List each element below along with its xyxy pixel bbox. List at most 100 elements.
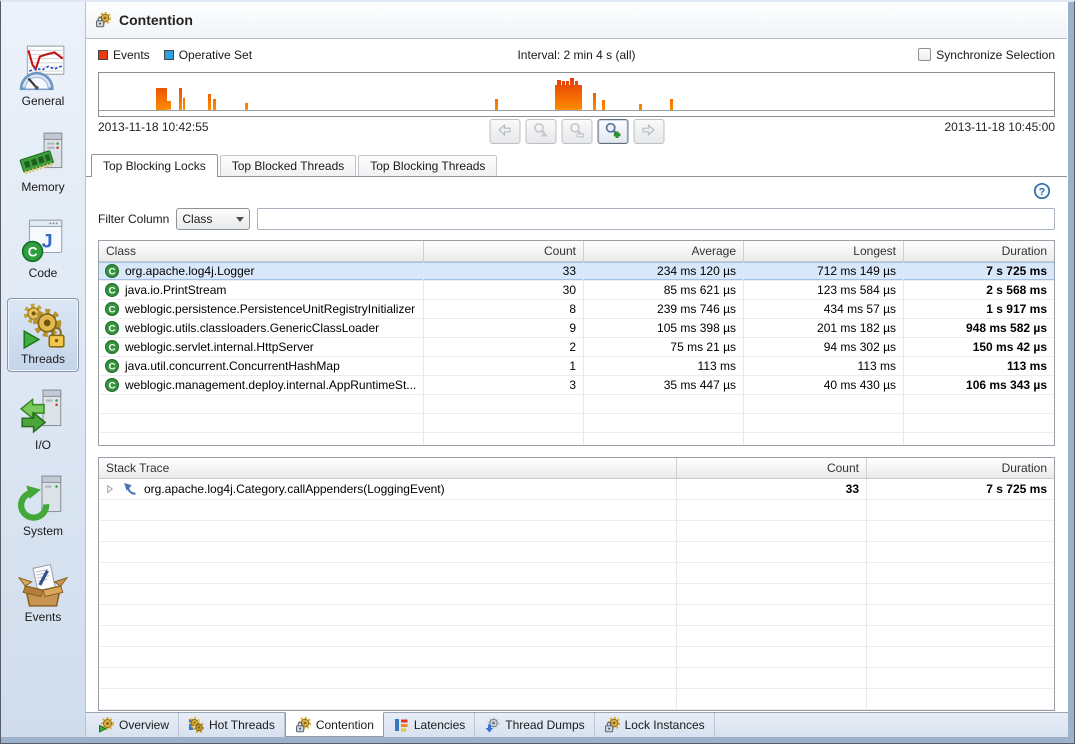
sidebar-item-threads[interactable]: Threads [7,298,79,372]
timeline-bar [593,93,596,110]
locks-table-row[interactable]: Cjava.util.concurrent.ConcurrentHashMap1… [99,357,1054,376]
column-header-count[interactable]: Count [424,241,584,261]
empty-cell [744,433,904,446]
events-swatch [98,50,108,60]
help-button[interactable]: ? [1033,182,1051,200]
column-header-average[interactable]: Average [584,241,744,261]
count-cell: 2 [424,338,584,356]
sidebar-item-code[interactable]: J C Code [7,212,79,298]
empty-cell [424,414,584,432]
contention-title-icon [95,12,112,29]
class-icon: C [104,263,120,279]
stack-trace-row[interactable]: org.apache.log4j.Category.callAppenders(… [99,479,1054,500]
bottom-tab-hot-threads[interactable]: Hot Threads [179,713,285,737]
empty-cell [867,689,1054,709]
bottom-tab-contention[interactable]: Contention [285,712,384,737]
timeline-bar [602,100,605,110]
svg-text:C: C [109,286,116,297]
empty-cell [744,414,904,432]
locks-table-row[interactable]: Corg.apache.log4j.Logger33234 ms 120 µs7… [99,262,1054,281]
average-cell: 239 ms 746 µs [584,300,744,318]
timeline-controls: 2013-11-18 10:42:55 2013-11-18 10:45:00 [98,119,1055,151]
duration-cell: 150 ms 42 µs [904,338,1054,356]
column-header-stack-trace[interactable]: Stack Trace [99,458,677,478]
expander-icon[interactable] [104,483,116,495]
empty-table-row [99,710,1054,711]
sidebar-item-system[interactable]: System [7,470,79,556]
column-header-count[interactable]: Count [677,458,867,478]
locks-table-row[interactable]: Cweblogic.persistence.PersistenceUnitReg… [99,300,1054,319]
threads-icon [18,301,68,351]
column-header-duration[interactable]: Duration [904,241,1054,261]
chart-toolbar: Events Operative Set Interval: 2 min 4 s… [86,39,1067,70]
timeline-bar [245,103,248,110]
empty-table-row [99,500,1054,521]
count-cell: 3 [424,376,584,394]
forward-button[interactable] [633,119,664,144]
stack-frame-name: org.apache.log4j.Category.callAppenders(… [144,479,445,499]
column-header-longest[interactable]: Longest [744,241,904,261]
empty-cell [424,433,584,446]
empty-table-row [99,647,1054,668]
general-icon [18,43,68,93]
empty-cell [99,414,424,432]
synchronize-selection-checkbox[interactable] [918,48,931,61]
filter-column-value: Class [182,212,232,226]
zoom-in-button[interactable] [597,119,628,144]
locks-table-row[interactable]: Cweblogic.utils.classloaders.GenericClas… [99,319,1054,338]
svg-text:C: C [109,362,116,373]
legend-events: Events [98,48,150,62]
zoom-in-icon [605,122,621,141]
stack-trace-table: Stack Trace Count Duration org.apache.lo… [98,457,1055,711]
sidebar-item-events[interactable]: Events [7,556,79,642]
empty-cell [99,647,677,667]
average-cell: 35 ms 447 µs [584,376,744,394]
sidebar-item-memory[interactable]: Memory [7,126,79,212]
tab-top-blocking-threads[interactable]: Top Blocking Threads [358,155,497,176]
column-header-class[interactable]: Class [99,241,424,261]
sidebar-item-general[interactable]: General [7,40,79,126]
svg-text:C: C [28,245,38,260]
filter-column-select[interactable]: Class [176,208,250,230]
bottom-tab-lock-instances[interactable]: Lock Instances [595,713,715,737]
empty-cell [99,395,424,413]
timeline-bar [575,81,578,110]
contention-tab-bar: Top Blocking Locks Top Blocked Threads T… [86,153,1067,177]
empty-cell [99,584,677,604]
bottom-tab-latencies[interactable]: Latencies [384,713,475,737]
locks-table-row[interactable]: Cjava.io.PrintStream3085 ms 621 µs123 ms… [99,281,1054,300]
column-header-duration[interactable]: Duration [867,458,1054,478]
class-cell: Cjava.io.PrintStream [99,281,424,299]
locks-table-header: Class Count Average Longest Duration [99,241,1054,262]
average-cell: 85 ms 621 µs [584,281,744,299]
empty-table-row [99,542,1054,563]
timeline-chart[interactable] [98,72,1055,117]
empty-cell [677,563,867,583]
zoom-out-button[interactable] [525,119,556,144]
back-button[interactable] [489,119,520,144]
filter-input[interactable] [257,208,1055,230]
bottom-tab-overview[interactable]: Overview [89,713,179,737]
tab-top-blocking-locks[interactable]: Top Blocking Locks [91,154,218,177]
bottom-tab-label: Thread Dumps [505,718,584,732]
tab-top-blocked-threads[interactable]: Top Blocked Threads [220,155,357,176]
timeline-bar [495,99,498,110]
locks-table-row[interactable]: Cweblogic.management.deploy.internal.App… [99,376,1054,395]
sidebar-item-io[interactable]: I/O [7,384,79,470]
duration-cell: 7 s 725 ms [904,262,1054,280]
longest-cell: 201 ms 182 µs [744,319,904,337]
empty-cell [99,542,677,562]
empty-cell [99,668,677,688]
bottom-tab-thread-dumps[interactable]: Thread Dumps [475,713,594,737]
empty-cell [904,433,1054,446]
synchronize-selection[interactable]: Synchronize Selection [918,48,1055,62]
svg-text:J: J [42,230,53,252]
zoom-selection-button[interactable] [561,119,592,144]
locks-table-row[interactable]: Cweblogic.servlet.internal.HttpServer275… [99,338,1054,357]
class-cell: Cweblogic.management.deploy.internal.App… [99,376,424,394]
empty-cell [677,605,867,625]
class-name: java.io.PrintStream [125,281,226,299]
memory-icon [18,129,68,179]
stack-table-header: Stack Trace Count Duration [99,458,1054,479]
average-cell: 113 ms [584,357,744,375]
